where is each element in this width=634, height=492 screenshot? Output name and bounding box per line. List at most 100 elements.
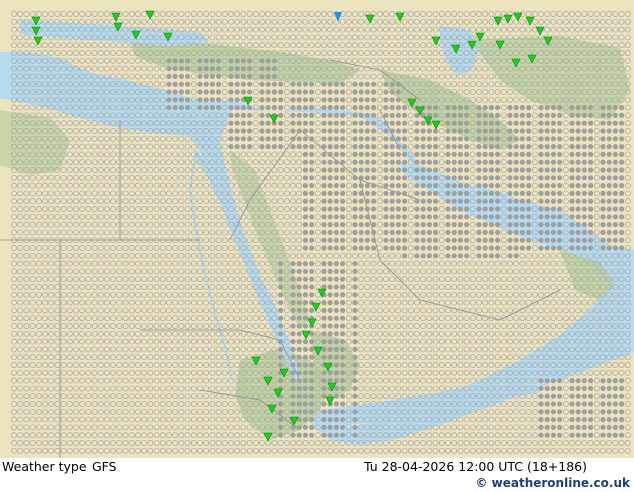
cloud-symbol — [333, 245, 339, 251]
cloud-symbol — [464, 222, 470, 228]
cloud-symbol — [507, 190, 513, 196]
cloud-symbol — [451, 253, 457, 259]
cloud-symbol — [172, 58, 178, 64]
cloud-symbol — [619, 159, 625, 165]
cloud-symbol — [507, 253, 513, 259]
cloud-symbol — [234, 73, 240, 79]
cloud-symbol — [544, 206, 550, 212]
cloud-symbol — [296, 362, 302, 368]
cloud-symbol — [228, 136, 234, 142]
cloud-symbol — [358, 229, 364, 235]
cloud-symbol — [302, 307, 308, 313]
cloud-symbol — [271, 89, 277, 95]
cloud-symbol — [451, 120, 457, 126]
cloud-symbol — [575, 222, 581, 228]
cloud-symbol — [371, 97, 377, 103]
cloud-symbol — [395, 175, 401, 181]
cloud-symbol — [402, 253, 408, 259]
cloud-symbol — [619, 151, 625, 157]
cloud-symbol — [364, 89, 370, 95]
cloud-symbol — [333, 261, 339, 267]
cloud-symbol — [581, 159, 588, 165]
cloud-symbol — [383, 245, 389, 251]
cloud-symbol — [588, 378, 594, 384]
cloud-symbol — [209, 81, 215, 87]
cloud-symbol — [550, 206, 557, 212]
cloud-symbol — [321, 300, 327, 306]
cloud-symbol — [402, 159, 408, 165]
cloud-symbol — [240, 58, 246, 64]
cloud-symbol — [240, 105, 246, 111]
cloud-symbol — [476, 245, 482, 251]
cloud-symbol — [389, 144, 395, 150]
cloud-symbol — [389, 222, 395, 228]
cloud-symbol — [519, 159, 526, 165]
cloud-symbol — [290, 393, 296, 399]
cloud-symbol — [278, 128, 284, 134]
cloud-symbol — [309, 151, 315, 157]
cloud-symbol — [569, 167, 575, 173]
cloud-symbol — [228, 144, 234, 150]
cloud-symbol — [526, 128, 532, 134]
cloud-symbol — [600, 159, 606, 165]
cloud-symbol — [557, 167, 563, 173]
cloud-symbol — [588, 144, 594, 150]
cloud-symbol — [333, 331, 339, 337]
cloud-symbol — [402, 151, 408, 157]
cloud-symbol — [364, 245, 370, 251]
cloud-symbol — [333, 300, 339, 306]
cloud-symbol — [420, 136, 426, 142]
cloud-symbol — [172, 73, 178, 79]
cloud-symbol — [464, 159, 470, 165]
cloud-symbol — [420, 245, 426, 251]
cloud-symbol — [606, 385, 612, 391]
cloud-symbol — [309, 198, 315, 204]
cloud-symbol — [495, 112, 501, 118]
cloud-symbol — [414, 206, 420, 212]
cloud-symbol — [495, 144, 501, 150]
cloud-symbol — [544, 385, 550, 391]
cloud-symbol — [426, 159, 432, 165]
cloud-symbol — [482, 144, 488, 150]
cloud-symbol — [588, 229, 594, 235]
cloud-symbol — [290, 339, 296, 345]
cloud-symbol — [395, 136, 401, 142]
cloud-symbol — [619, 214, 625, 220]
cloud-symbol — [302, 198, 308, 204]
cloud-symbol — [333, 378, 339, 384]
cloud-symbol — [371, 214, 377, 220]
cloud-symbol — [519, 206, 526, 212]
cloud-symbol — [364, 237, 370, 243]
cloud-symbol — [445, 105, 451, 111]
cloud-symbol — [364, 214, 370, 220]
cloud-symbol — [619, 229, 625, 235]
cloud-symbol — [544, 214, 550, 220]
cloud-symbol — [402, 144, 408, 150]
cloud-symbol — [321, 276, 327, 282]
cloud-symbol — [507, 105, 513, 111]
cloud-symbol — [327, 261, 333, 267]
cloud-symbol — [166, 81, 172, 87]
cloud-symbol — [309, 261, 315, 267]
cloud-symbol — [619, 136, 625, 142]
cloud-symbol — [495, 183, 501, 189]
cloud-symbol — [389, 89, 395, 95]
cloud-symbol — [588, 198, 594, 204]
cloud-symbol — [309, 214, 315, 220]
cloud-symbol — [606, 175, 612, 181]
cloud-symbol — [557, 183, 563, 189]
cloud-symbol — [265, 128, 271, 134]
cloud-symbol — [513, 229, 519, 235]
cloud-symbol — [265, 120, 271, 126]
cloud-symbol — [358, 97, 364, 103]
cloud-symbol — [588, 245, 594, 251]
cloud-symbol — [228, 105, 234, 111]
cloud-symbol — [581, 237, 588, 243]
cloud-symbol — [321, 245, 327, 251]
cloud-symbol — [513, 190, 519, 196]
cloud-symbol — [296, 370, 302, 376]
cloud-symbol — [389, 198, 395, 204]
cloud-symbol — [464, 206, 470, 212]
cloud-symbol — [495, 175, 501, 181]
cloud-symbol — [352, 198, 358, 204]
